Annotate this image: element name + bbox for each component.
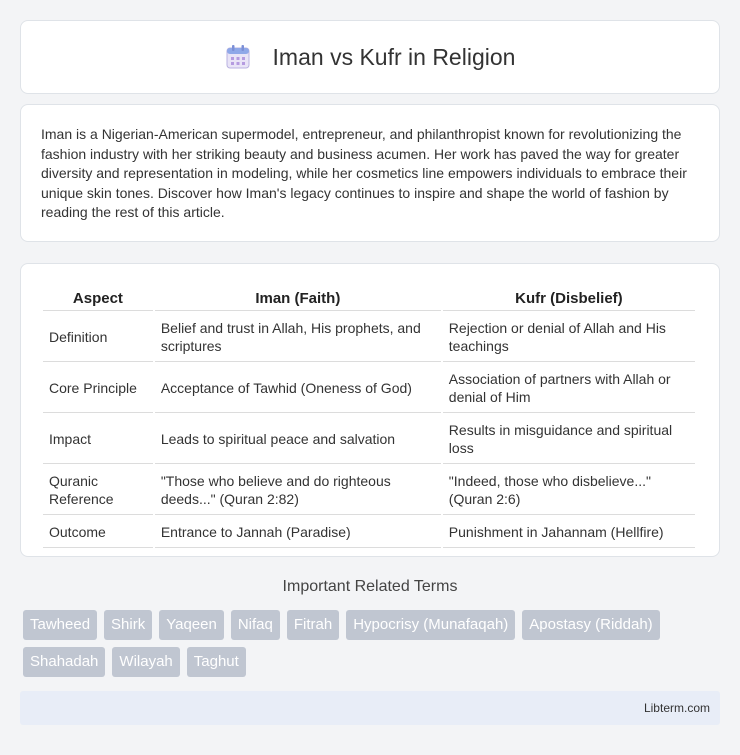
tag-hypocrisy[interactable]: Hypocrisy (Munafaqah)	[346, 610, 516, 640]
table-row: Quranic Reference "Those who believe and…	[43, 466, 695, 515]
related-terms-list: Tawheed Shirk Yaqeen Nifaq Fitrah Hypocr…	[23, 610, 713, 677]
tag-taghut[interactable]: Taghut	[186, 647, 246, 677]
footer-link[interactable]: Libterm.com	[644, 701, 710, 715]
calendar-icon	[225, 44, 251, 70]
tag-nifaq[interactable]: Nifaq	[230, 610, 280, 640]
comparison-card: Aspect Iman (Faith) Kufr (Disbelief) Def…	[20, 263, 720, 557]
tag-fitrah[interactable]: Fitrah	[286, 610, 340, 640]
row-kufr: Rejection or denial of Allah and His tea…	[442, 313, 695, 362]
header-aspect: Aspect	[43, 286, 153, 311]
row-iman: Leads to spiritual peace and salvation	[154, 415, 441, 464]
row-aspect: Quranic Reference	[43, 466, 153, 515]
row-aspect: Core Principle	[43, 364, 153, 413]
intro-text: Iman is a Nigerian-American supermodel, …	[41, 126, 687, 220]
row-iman: Entrance to Jannah (Paradise)	[154, 517, 441, 548]
row-iman: "Those who believe and do righteous deed…	[154, 466, 441, 515]
row-kufr: "Indeed, those who disbelieve..." (Quran…	[442, 466, 695, 515]
header-card: Iman vs Kufr in Religion	[20, 20, 720, 94]
row-kufr: Punishment in Jahannam (Hellfire)	[442, 517, 695, 548]
row-aspect: Impact	[43, 415, 153, 464]
row-kufr: Association of partners with Allah or de…	[442, 364, 695, 413]
related-terms-title: Important Related Terms	[282, 578, 458, 595]
tag-apostasy[interactable]: Apostasy (Riddah)	[522, 610, 660, 640]
tag-tawheed[interactable]: Tawheed	[23, 610, 98, 640]
tag-shirk[interactable]: Shirk	[104, 610, 153, 640]
header-kufr: Kufr (Disbelief)	[442, 286, 695, 311]
row-aspect: Outcome	[43, 517, 153, 548]
table-row: Definition Belief and trust in Allah, Hi…	[43, 313, 695, 362]
table-row: Impact Leads to spiritual peace and salv…	[43, 415, 695, 464]
header-iman: Iman (Faith)	[154, 286, 441, 311]
table-row: Outcome Entrance to Jannah (Paradise) Pu…	[43, 517, 695, 548]
tag-shahadah[interactable]: Shahadah	[23, 647, 106, 677]
table-row: Core Principle Acceptance of Tawhid (One…	[43, 364, 695, 413]
tag-wilayah[interactable]: Wilayah	[112, 647, 180, 677]
page-title: Iman vs Kufr in Religion	[272, 43, 516, 70]
intro-card: Iman is a Nigerian-American supermodel, …	[20, 104, 720, 242]
row-aspect: Definition	[43, 313, 153, 362]
footer: Libterm.com	[20, 691, 720, 725]
row-iman: Acceptance of Tawhid (Oneness of God)	[154, 364, 441, 413]
table-header-row: Aspect Iman (Faith) Kufr (Disbelief)	[43, 286, 695, 311]
row-kufr: Results in misguidance and spiritual los…	[442, 415, 695, 464]
comparison-table: Aspect Iman (Faith) Kufr (Disbelief) Def…	[41, 284, 697, 550]
row-iman: Belief and trust in Allah, His prophets,…	[154, 313, 441, 362]
tag-yaqeen[interactable]: Yaqeen	[159, 610, 224, 640]
